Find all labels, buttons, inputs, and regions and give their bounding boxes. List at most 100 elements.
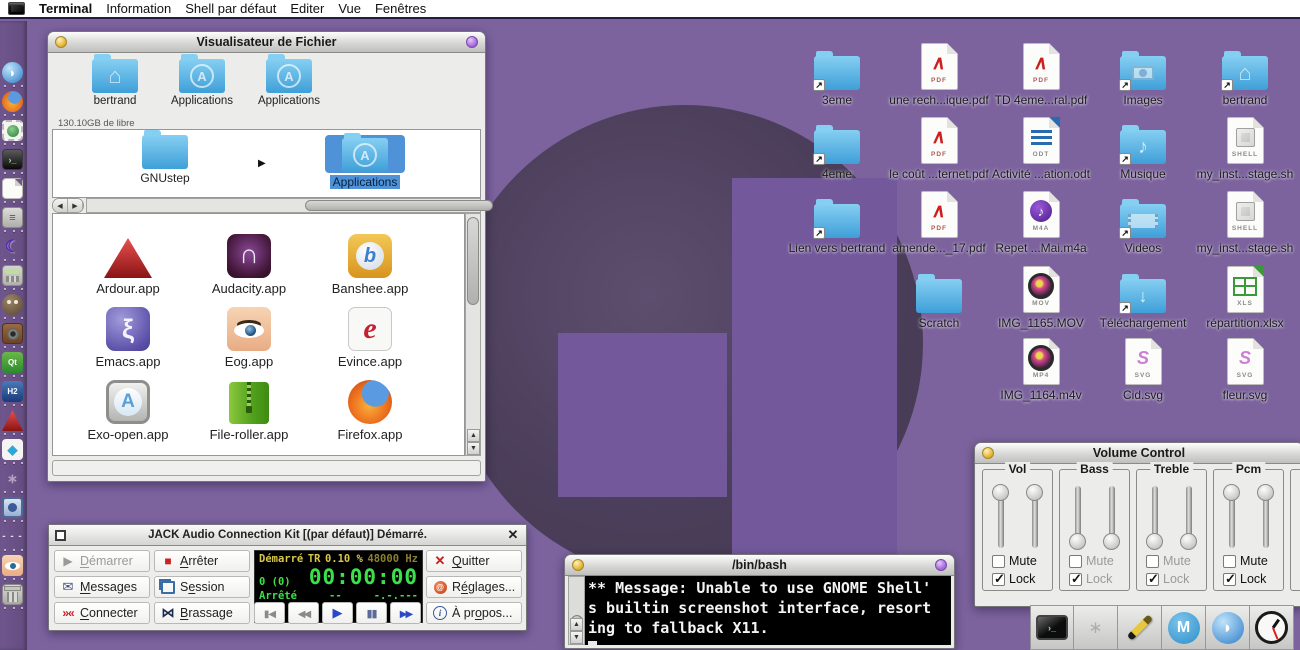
desktop-icon-my-inst-stage-sh[interactable]: SHELLmy_inst...stage.sh (1195, 112, 1295, 181)
slider-knob[interactable] (1146, 533, 1163, 550)
app-item-eog-app[interactable]: Eog.app (194, 305, 304, 369)
desktop-icon-lien-vers-bertrand[interactable]: Lien vers bertrand (787, 186, 887, 255)
app-item-file-roller-app[interactable]: File-roller.app (194, 378, 304, 442)
scroll-down-button[interactable] (570, 631, 583, 644)
transport-skip-button[interactable] (254, 602, 285, 624)
dock-tile-mailbox[interactable] (1162, 605, 1206, 650)
desktop-icon-fleur-svg[interactable]: SVGfleur.svg (1195, 333, 1295, 402)
app-item-audacity-app[interactable]: Audacity.app (194, 232, 304, 296)
app-item-ardour-app[interactable]: Ardour.app (73, 232, 183, 296)
desktop-icon-le-co-t-ternet-pdf[interactable]: PDFle coût ...ternet.pdf (889, 112, 989, 181)
mute-checkbox[interactable] (992, 555, 1005, 568)
slider-knob[interactable] (1069, 533, 1086, 550)
dock-item-terminal[interactable] (2, 149, 25, 172)
dock-item-hydrogen[interactable] (2, 381, 25, 404)
shelf-item-bertrand[interactable]: bertrand (70, 59, 160, 107)
dock-item-dashes[interactable] (2, 526, 25, 549)
desktop-icon-4eme[interactable]: 4eme (787, 112, 887, 181)
dock-tile-clock[interactable] (1250, 605, 1294, 650)
scroll-up-button[interactable] (467, 429, 480, 442)
jack-button-messages[interactable]: Messages (54, 576, 150, 598)
minimize-icon[interactable] (55, 530, 66, 541)
desktop-icon-repet-mai-m4a[interactable]: M4ARepet ...Mai.m4a (991, 186, 1091, 255)
slider-knob[interactable] (1223, 484, 1240, 501)
dock-item-trash[interactable] (2, 584, 25, 607)
slider-knob[interactable] (1026, 484, 1043, 501)
terminal-screen[interactable]: ** Message: Unable to use GNOME Shell's … (585, 576, 951, 645)
lock-checkbox[interactable] (1223, 573, 1236, 586)
scrollbar-thumb[interactable] (305, 200, 493, 211)
slider-knob[interactable] (992, 484, 1009, 501)
app-item-partial[interactable] (194, 442, 304, 456)
menu-item-fen-tres[interactable]: Fenêtres (375, 1, 426, 16)
close-button[interactable] (466, 36, 478, 48)
volume-slider[interactable] (1026, 484, 1043, 550)
dock-item-ardour[interactable] (2, 410, 25, 433)
dock-item-monitor[interactable] (2, 497, 25, 520)
bottom-scrollbar-trough[interactable] (52, 460, 481, 476)
app-item-banshee-app[interactable]: Banshee.app (315, 232, 425, 296)
terminal-titlebar[interactable]: /bin/bash (565, 555, 954, 576)
jack-button-quitter[interactable]: Quitter (426, 550, 522, 572)
jack-button-connecter[interactable]: Connecter (54, 602, 150, 624)
desktop-icon-t-l-chargement[interactable]: Téléchargement (1093, 261, 1193, 330)
volume-slider[interactable] (1146, 484, 1163, 550)
miniaturize-button[interactable] (55, 36, 67, 48)
desktop-icon-scratch[interactable]: Scratch (889, 261, 989, 330)
slider-knob[interactable] (1257, 484, 1274, 501)
volume-slider[interactable] (1257, 484, 1274, 550)
desktop-icon-musique[interactable]: Musique (1093, 112, 1193, 181)
desktop-icon-une-rech-ique-pdf[interactable]: PDFune rech...ique.pdf (889, 38, 989, 107)
shelf-item-applications[interactable]: Applications (244, 59, 334, 107)
menu-item-editer[interactable]: Editer (290, 1, 324, 16)
mute-checkbox[interactable] (1146, 555, 1159, 568)
desktop-icon-td-4eme-ral-pdf[interactable]: PDFTD 4eme...ral.pdf (991, 38, 1091, 107)
miniaturize-button[interactable] (982, 447, 994, 459)
dock-tile-pen[interactable] (1118, 605, 1162, 650)
volume-titlebar[interactable]: Volume Control (975, 443, 1300, 464)
desktop-icon-3eme[interactable]: 3eme (787, 38, 887, 107)
desktop-icon-cid-svg[interactable]: SVGCid.svg (1093, 333, 1193, 402)
desktop-icon-img-1164-m4v[interactable]: MP4IMG_1164.m4v (991, 333, 1091, 402)
terminal-scrollbar[interactable] (568, 576, 585, 645)
lock-checkbox[interactable] (1069, 573, 1082, 586)
menu-item-information[interactable]: Information (106, 1, 171, 16)
app-item-partial[interactable] (73, 442, 183, 456)
dock-item-kodi[interactable] (2, 439, 25, 462)
desktop-icon-my-inst-stage-sh[interactable]: SHELLmy_inst...stage.sh (1195, 186, 1295, 255)
shelf-item-applications[interactable]: Applications (157, 59, 247, 107)
menu-item-shell-par-d-faut[interactable]: Shell par défaut (185, 1, 276, 16)
app-item-partial[interactable] (315, 442, 425, 456)
scroll-left-button[interactable] (53, 199, 68, 212)
mute-checkbox[interactable] (1069, 555, 1082, 568)
menu-item-terminal[interactable]: Terminal (39, 1, 92, 16)
volume-slider[interactable] (1069, 484, 1086, 550)
dock-item-calc[interactable] (2, 265, 25, 288)
slider-knob[interactable] (1103, 533, 1120, 550)
app-item-emacs-app[interactable]: Emacs.app (73, 305, 183, 369)
volume-slider[interactable] (1103, 484, 1120, 550)
path-item-gnustep[interactable]: GNUstep (125, 135, 205, 187)
lock-checkbox[interactable] (1146, 573, 1159, 586)
jack-button-brassage[interactable]: Brassage (154, 602, 250, 624)
transport-play-button[interactable] (322, 602, 353, 624)
scrollbar-trough[interactable] (86, 198, 481, 213)
slider-knob[interactable] (1180, 533, 1197, 550)
file-viewer-titlebar[interactable]: Visualisateur de Fichier (48, 32, 485, 53)
dock-tile-bluebird[interactable] (1206, 605, 1250, 650)
dock-tile-terminal[interactable] (1030, 605, 1074, 650)
dock-item-mail[interactable] (2, 120, 25, 143)
dock-item-qjack[interactable] (2, 352, 25, 375)
dock-item-gimp[interactable] (2, 294, 25, 317)
dock-item-speaker[interactable] (2, 323, 25, 346)
app-item-exo-open-app[interactable]: Exo-open.app (73, 378, 183, 442)
vertical-scrollbar[interactable] (465, 213, 481, 456)
volume-slider[interactable] (992, 484, 1009, 550)
dock-item-console[interactable] (2, 207, 25, 230)
mute-checkbox[interactable] (1223, 555, 1236, 568)
app-item-evince-app[interactable]: Evince.app (315, 305, 425, 369)
volume-slider[interactable] (1180, 484, 1197, 550)
lock-checkbox[interactable] (992, 573, 1005, 586)
scrollbar-thumb[interactable] (467, 217, 479, 305)
desktop-icon-images[interactable]: Images (1093, 38, 1193, 107)
